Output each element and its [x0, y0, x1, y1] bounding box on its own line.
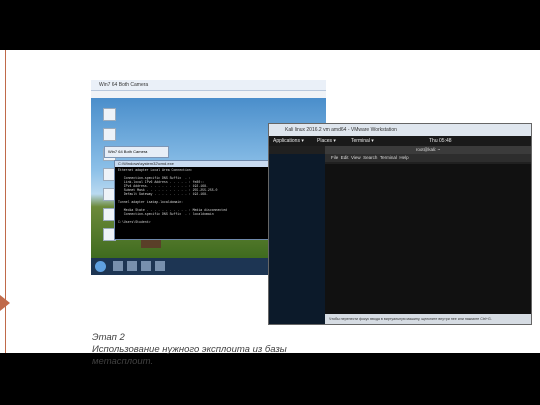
slide-caption: Этап 2 Использование нужного эксплоита и… — [92, 332, 392, 368]
terminal-menu[interactable]: Terminal ▾ — [351, 136, 374, 146]
windows-vm-title: Win7 64 Both Camera — [91, 80, 326, 91]
places-menu[interactable]: Places ▾ — [317, 136, 336, 146]
terminal-title: root@kali: ~ — [325, 146, 531, 154]
kali-vm-screenshot: Kali linux 2016.2 vm amd64 - VMware Work… — [268, 123, 532, 325]
start-button-icon[interactable] — [95, 261, 106, 272]
caption-line-3: метасплоит. — [92, 356, 154, 367]
kali-dock — [269, 154, 325, 324]
desktop-icon[interactable] — [103, 108, 116, 121]
caption-line-1: Этап 2 — [92, 332, 125, 343]
kali-topbar: Applications ▾ Places ▾ Terminal ▾ Thu 0… — [269, 136, 531, 146]
taskbar-item[interactable] — [141, 261, 151, 271]
taskbar-item[interactable] — [113, 261, 123, 271]
slide: Win7 64 Both Camera Win7 64 Both Camera … — [0, 50, 540, 367]
clock: Thu 05:48 — [429, 138, 452, 144]
caption-line-2: Использование нужного эксплоита из базы — [92, 344, 287, 355]
browser-window-tab[interactable]: Win7 64 Both Camera — [104, 146, 169, 158]
taskbar-item[interactable] — [155, 261, 165, 271]
desktop-icon[interactable] — [103, 128, 116, 141]
applications-menu[interactable]: Applications ▾ — [273, 136, 304, 146]
kali-vm-host-title: Kali linux 2016.2 vm amd64 - VMware Work… — [269, 124, 531, 136]
taskbar-item[interactable] — [127, 261, 137, 271]
terminal-output[interactable] — [325, 164, 531, 314]
accent-arrow-icon — [0, 295, 10, 311]
vmware-status-bar: Чтобы перенести фокус ввода в виртуальну… — [325, 314, 531, 324]
terminal-menubar[interactable]: File Edit View Search Terminal Help — [325, 154, 531, 162]
